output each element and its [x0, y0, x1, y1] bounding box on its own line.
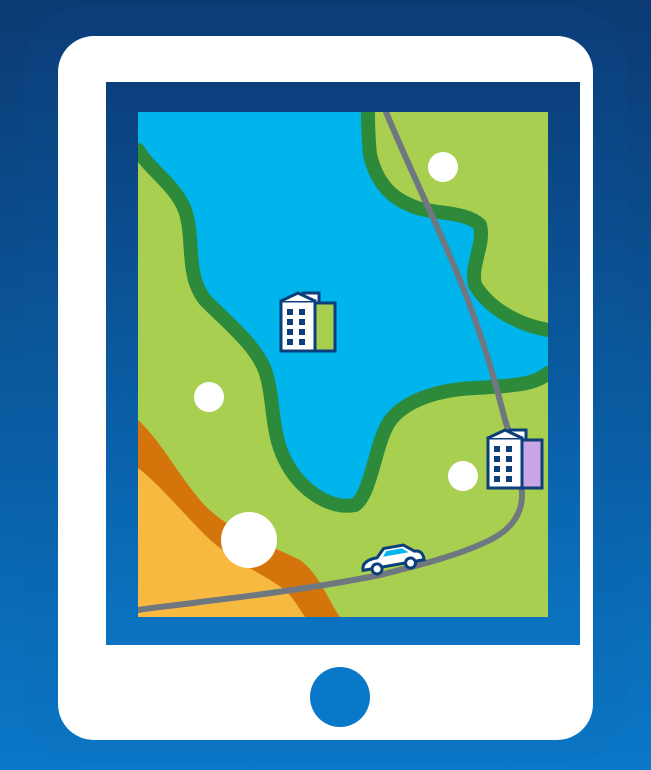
illustration-canvas: [0, 0, 651, 770]
building-icon: [279, 291, 337, 353]
location-dot-icon: [448, 461, 478, 491]
location-dot-icon: [221, 512, 277, 568]
tablet-map-illustration: [0, 0, 651, 770]
building-icon: [486, 428, 544, 490]
location-dot-icon: [428, 152, 458, 182]
home-button-icon[interactable]: [310, 667, 370, 727]
map: [138, 112, 548, 617]
location-dot-icon: [194, 382, 224, 412]
